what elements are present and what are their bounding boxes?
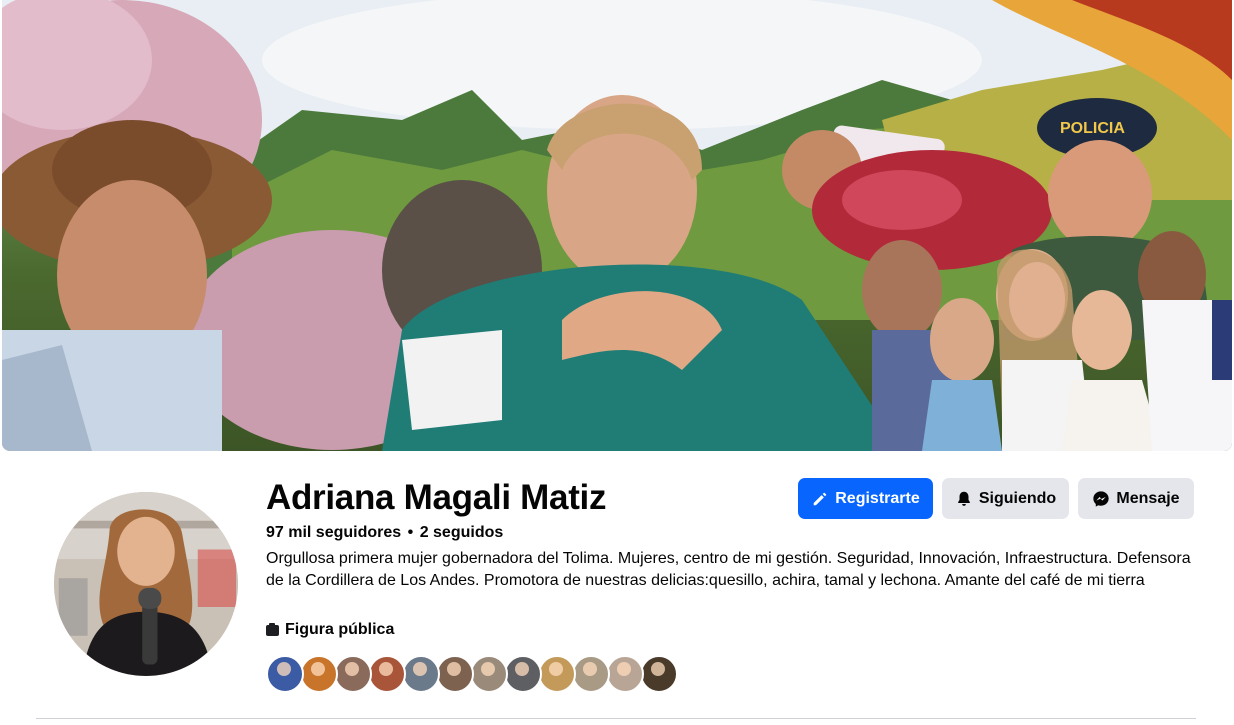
- pencil-icon: [813, 492, 827, 505]
- briefcase-icon: [266, 622, 279, 636]
- followers-count[interactable]: 97 mil seguidores: [266, 524, 401, 541]
- friend-avatar[interactable]: [266, 655, 304, 693]
- page-name: Adriana Magali Matiz: [266, 478, 607, 517]
- profile-bio: Orgullosa primera mujer gobernadora del …: [266, 550, 1191, 589]
- friend-avatars-row: [266, 655, 678, 693]
- friend-avatar[interactable]: [606, 655, 644, 693]
- stats-separator: •: [407, 524, 414, 541]
- cover-photo[interactable]: POLICIA: [2, 0, 1232, 451]
- following-count[interactable]: 2 seguidos: [420, 524, 504, 541]
- register-button[interactable]: Registrarte: [798, 478, 933, 519]
- following-button[interactable]: Siguiendo: [942, 478, 1069, 519]
- friend-avatar[interactable]: [504, 655, 542, 693]
- category-label: Figura pública: [285, 621, 395, 638]
- friend-avatar[interactable]: [470, 655, 508, 693]
- profile-picture[interactable]: [50, 488, 242, 680]
- message-button[interactable]: Mensaje: [1078, 478, 1194, 519]
- message-label: Mensaje: [1116, 489, 1180, 507]
- friend-avatar[interactable]: [368, 655, 406, 693]
- friend-avatar[interactable]: [538, 655, 576, 693]
- friend-avatar[interactable]: [334, 655, 372, 693]
- friend-avatar[interactable]: [300, 655, 338, 693]
- friend-avatar[interactable]: [640, 655, 678, 693]
- cover-illustration: POLICIA: [2, 0, 1232, 451]
- profile-portrait: [54, 492, 238, 676]
- police-cap-text: POLICIA: [1060, 120, 1125, 137]
- page-category: Figura pública: [266, 620, 394, 640]
- friend-avatar[interactable]: [572, 655, 610, 693]
- friend-avatar[interactable]: [402, 655, 440, 693]
- friend-avatar[interactable]: [436, 655, 474, 693]
- register-label: Registrarte: [835, 489, 920, 507]
- bell-icon: [957, 491, 970, 506]
- section-divider: [36, 718, 1196, 719]
- follow-stats: 97 mil seguidores • 2 seguidos: [266, 523, 503, 543]
- messenger-icon: [1093, 490, 1110, 507]
- following-label: Siguiendo: [978, 489, 1057, 507]
